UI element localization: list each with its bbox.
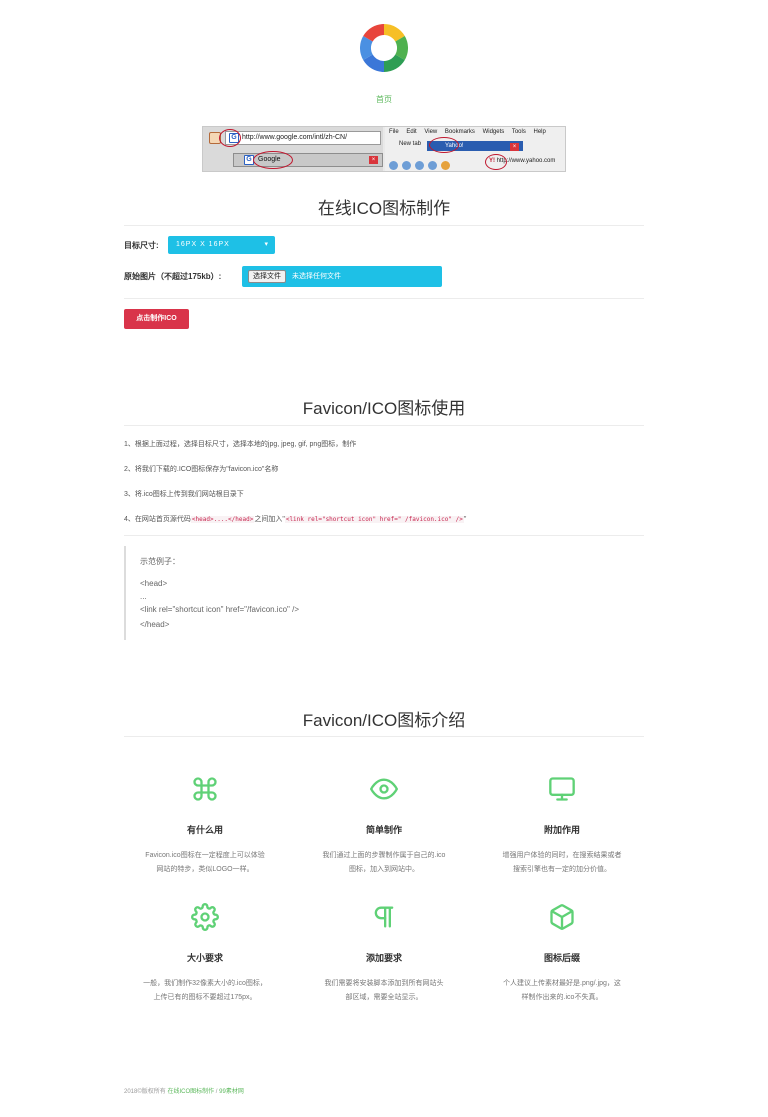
highlight-circle [253, 151, 293, 169]
feature-desc-line: 图标，加入到网站中。 [349, 866, 419, 873]
logo-icon [360, 24, 408, 72]
usage-step: 1、根据上面过程，选择目标尺寸，选择本地的jpg, jpeg, gif, png… [124, 441, 357, 448]
intro-title: Favicon/ICO图标介绍 [302, 711, 466, 730]
usage-step-text: 之间加入" [254, 516, 285, 523]
demo-new-tab: New tab [399, 141, 422, 147]
highlight-circle [219, 129, 241, 147]
close-icon: × [369, 156, 378, 164]
demo-left-panel: G http://www.google.com/intl/zh-CN/ G Go… [203, 127, 383, 171]
feature-desc-line: 我们需要将安装脚本添加到所有网站头 [324, 980, 444, 987]
close-icon: × [510, 143, 519, 151]
usage-step-text: 4、在网站首页源代码 [124, 516, 191, 523]
home-icon [441, 161, 450, 170]
make-ico-button[interactable]: 点击制作ICO [124, 309, 189, 329]
example-title: 示范例子： [140, 557, 180, 566]
feature-desc: 个人建议上传素材最好是.png/.jpg，这 样制作出来的.ico不失真。 [472, 977, 652, 1005]
feature-desc: Favicon.ico图标在一定程度上可以体验 网站的特步，类似LOGO一样。 [115, 849, 295, 877]
feature-desc-line: 网站的特步，类似LOGO一样。 [156, 866, 254, 873]
stop-icon [428, 161, 437, 170]
cube-icon [550, 904, 574, 930]
feature-desc: 增强用户体验的同时，在搜索结果或者 搜索引擎也有一定的加分价值。 [472, 849, 652, 877]
feature-desc: 一般，我们制作32像素大小的.ico图标， 上传已有的图标不要超过175px。 [115, 977, 295, 1005]
feature-desc-line: 样制作出来的.ico不失真。 [521, 994, 603, 1001]
feature-title: 简单制作 [365, 825, 402, 835]
example-block: 示范例子： <head> ... <link rel="shortcut ico… [124, 546, 444, 640]
file-status: 未选择任何文件 [292, 273, 341, 280]
example-line: </head> [140, 620, 170, 629]
demo-toolbar [389, 157, 454, 170]
chevron-down-icon: ▾ [264, 241, 269, 248]
reload-icon [415, 161, 424, 170]
pilcrow-icon [374, 906, 394, 928]
feature-desc: 我们需要将安装脚本添加到所有网站头 部区域，需要全站显示。 [294, 977, 474, 1005]
demo-right-panel: File Edit View Bookmarks Widgets Tools H… [385, 127, 565, 171]
demo-address-text: http://www.google.com/intl/zh-CN/ [242, 134, 348, 141]
choose-file-button[interactable]: 选择文件 [248, 270, 286, 283]
nav-home-link[interactable]: 首页 [0, 94, 768, 105]
code-snippet: <link rel="shortcut icon" href=" /favico… [284, 516, 464, 523]
footer-source-link[interactable]: 99素材网 [219, 1089, 244, 1095]
footer-separator: / [215, 1089, 218, 1095]
usage-title: Favicon/ICO图标使用 [302, 399, 466, 418]
divider [124, 225, 644, 226]
usage-step: 4、在网站首页源代码<head>....</head>之间加入"<link re… [124, 514, 466, 524]
divider [124, 425, 644, 426]
usage-step: 2、将我们下载的.ICO图标保存为"favicon.ico"名称 [124, 466, 279, 473]
example-line: <head> [140, 579, 168, 588]
size-label: 目标尺寸: [124, 241, 159, 250]
feature-desc-line: 个人建议上传素材最好是.png/.jpg，这 [503, 980, 621, 987]
footer-copyright: 2018©版权所有 [124, 1089, 166, 1095]
demo-address-bar: G http://www.google.com/intl/zh-CN/ [225, 131, 381, 145]
favicon-demo-image: G http://www.google.com/intl/zh-CN/ G Go… [202, 126, 566, 172]
usage-step: 3、将.ico图标上传到我们网站根目录下 [124, 491, 244, 498]
example-line: ... [140, 592, 147, 601]
feature-title: 图标后缀 [543, 953, 580, 963]
feature-title: 有什么用 [186, 825, 223, 835]
feature-desc-line: 上传已有的图标不要超过175px。 [153, 994, 257, 1001]
forward-icon [402, 161, 411, 170]
code-snippet: <head>....</head> [190, 516, 255, 523]
command-icon [193, 777, 217, 801]
divider [124, 535, 644, 536]
feature-desc-line: 部区域，需要全站显示。 [345, 994, 423, 1001]
eye-icon [370, 778, 398, 800]
size-select[interactable]: 16PX X 16PX ▾ [168, 236, 275, 254]
feature-desc: 我们通过上面的步骤制作属于自己的.ico 图标，加入到网站中。 [294, 849, 474, 877]
demo-menu-bar: File Edit View Bookmarks Widgets Tools H… [389, 129, 546, 135]
divider [124, 298, 644, 299]
feature-desc-line: 一般，我们制作32像素大小的.ico图标， [143, 980, 267, 987]
feature-desc-line: 我们通过上面的步骤制作属于自己的.ico [322, 852, 446, 859]
feature-desc-line: Favicon.ico图标在一定程度上可以体验 [145, 852, 265, 859]
highlight-circle [485, 154, 507, 170]
file-input[interactable]: 选择文件 未选择任何文件 [242, 266, 442, 287]
footer-home-link[interactable]: 在线ICO图标制作 [167, 1089, 214, 1095]
tool-title: 在线ICO图标制作 [317, 199, 451, 218]
feature-desc-line: 增强用户体验的同时，在搜索结果或者 [502, 852, 622, 859]
divider [124, 736, 644, 737]
back-icon [389, 161, 398, 170]
monitor-icon [549, 777, 575, 801]
usage-step-text: " [463, 516, 467, 523]
gear-icon [191, 903, 219, 931]
highlight-circle [429, 137, 459, 153]
image-label: 原始图片（不超过175kb）: [124, 272, 222, 281]
size-select-value: 16PX X 16PX [176, 241, 230, 248]
feature-title: 大小要求 [186, 953, 223, 963]
feature-desc-line: 搜索引擎也有一定的加分价值。 [513, 866, 611, 873]
feature-title: 附加作用 [543, 825, 580, 835]
example-line: <link rel="shortcut icon" href="/favicon… [140, 605, 299, 614]
footer: 2018©版权所有 在线ICO图标制作 / 99素材网 [124, 1086, 244, 1095]
feature-title: 添加要求 [365, 953, 402, 963]
